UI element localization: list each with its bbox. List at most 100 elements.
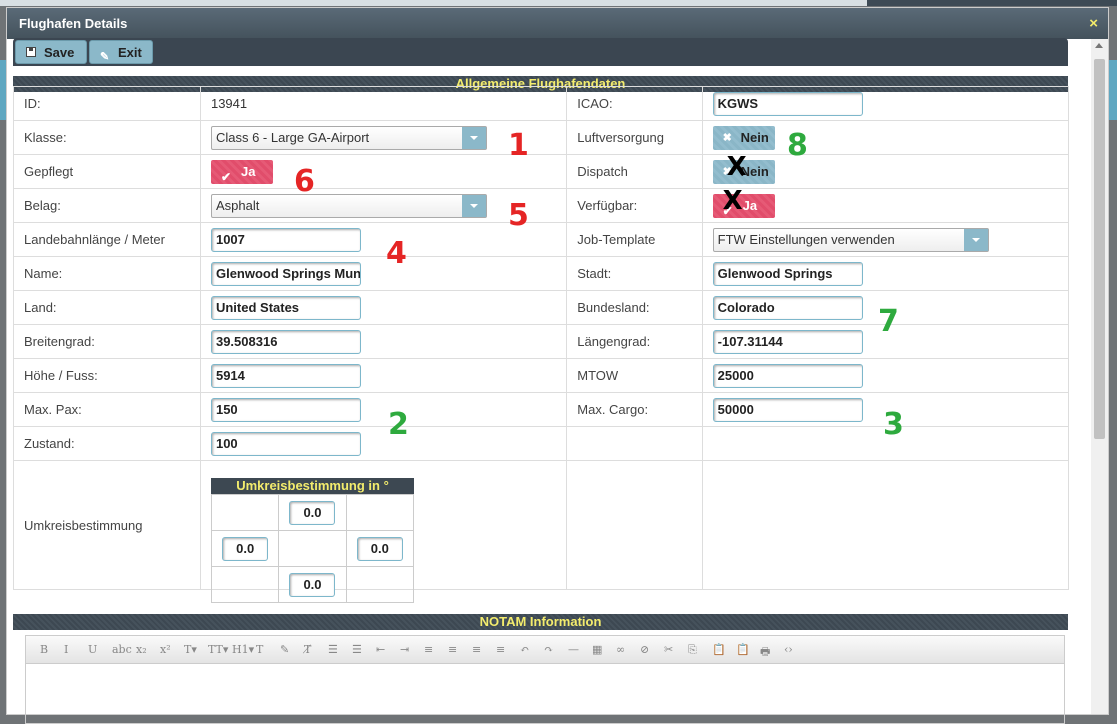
exit-button[interactable]: ✎ Exit xyxy=(89,40,153,64)
editor-tool-0[interactable]: B xyxy=(40,643,48,656)
editor-tool-22[interactable]: — xyxy=(568,643,579,656)
editor-tool-31[interactable]: ‹› xyxy=(784,643,793,656)
editor-tool-10[interactable]: ✎ xyxy=(280,643,289,656)
editor-tool-24[interactable]: ∞ xyxy=(616,643,625,656)
stadt-input[interactable]: Glenwood Springs xyxy=(712,261,863,286)
laengengrad-input[interactable]: -107.31144 xyxy=(712,329,863,354)
editor-tool-6[interactable]: T▾ xyxy=(184,643,197,656)
landebahn-input[interactable]: 1007 xyxy=(210,227,361,252)
editor-tool-13[interactable]: ☰ xyxy=(352,643,362,656)
max-pax-label: Max. Pax: xyxy=(13,392,201,427)
gepflegt-toggle[interactable]: ✔ Ja xyxy=(210,159,273,184)
empty-cell xyxy=(701,460,1070,590)
zustand-input[interactable]: 100 xyxy=(210,431,361,456)
editor-tool-14[interactable]: ⇤ xyxy=(376,643,385,656)
gepflegt-label: Gepflegt xyxy=(13,154,201,189)
land-label: Land: xyxy=(13,290,201,325)
job-template-label: Job-Template xyxy=(566,222,703,257)
editor-tool-1[interactable]: I xyxy=(64,643,68,656)
name-input[interactable]: Glenwood Springs Mun xyxy=(210,261,361,286)
bundesland-input[interactable]: Colorado xyxy=(712,295,863,320)
hoehe-input[interactable]: 5914 xyxy=(210,363,361,388)
annotation-1: 1 xyxy=(508,128,529,163)
editor-tool-12[interactable]: ☰ xyxy=(328,643,338,656)
annotation-cross-verfuegbar: X xyxy=(722,185,743,216)
icao-input[interactable]: KGWS xyxy=(712,91,863,116)
editor-tool-18[interactable]: ≡ xyxy=(472,643,481,656)
editor-tool-20[interactable]: ↶ xyxy=(520,643,529,656)
editor-tool-3[interactable]: abc xyxy=(112,643,132,656)
editor-tool-15[interactable]: ⇥ xyxy=(400,643,409,656)
editor-tool-27[interactable]: ⎘ xyxy=(688,643,697,657)
scroll-up-arrow-icon[interactable] xyxy=(1095,43,1103,48)
save-button[interactable]: Save xyxy=(15,40,87,64)
max-pax-input[interactable]: 150 xyxy=(210,397,361,422)
gepflegt-value: Ja xyxy=(240,163,256,179)
editor-tool-16[interactable]: ≡ xyxy=(424,643,433,656)
annotation-5: 5 xyxy=(508,198,529,233)
exit-label: Exit xyxy=(118,45,142,60)
editor-tool-11[interactable]: T̸ xyxy=(304,643,311,656)
save-label: Save xyxy=(44,45,75,60)
verfuegbar-label: Verfügbar: xyxy=(566,188,703,223)
editor-tool-21[interactable]: ↷ xyxy=(544,643,553,656)
icao-label: ICAO: xyxy=(566,86,703,121)
dispatch-toggle[interactable]: ✖ Nein X xyxy=(712,154,775,184)
umkreis-west-input[interactable]: 0.0 xyxy=(222,536,269,561)
umkreis-east-input[interactable]: 0.0 xyxy=(356,536,403,561)
editor-tool-2[interactable]: U xyxy=(88,643,97,656)
vertical-scrollbar[interactable] xyxy=(1091,39,1108,714)
max-cargo-label: Max. Cargo: xyxy=(566,392,703,427)
belag-label: Belag: xyxy=(13,188,201,223)
editor-tool-5[interactable]: x² xyxy=(160,643,171,656)
luftversorgung-label: Luftversorgung xyxy=(566,120,703,155)
job-template-select[interactable]: FTW Einstellungen verwenden xyxy=(712,227,989,252)
luftversorgung-toggle[interactable]: ✖ Nein xyxy=(712,125,775,150)
annotation-8: 8 xyxy=(787,128,808,163)
breitengrad-label: Breitengrad: xyxy=(13,324,201,359)
verfuegbar-toggle[interactable]: ✔ Ja X xyxy=(712,188,775,218)
editor-tool-26[interactable]: ✂ xyxy=(664,643,673,656)
editor-tool-23[interactable]: ▦ xyxy=(592,643,602,656)
save-icon xyxy=(26,47,36,57)
notam-editor-toolbar: B I Uabc x₂ x² T▾ TT▾ H1▾ T ✎ T̸ ☰ ☰ ⇤ ⇥ ≡ ≡ ≡ ≡ ↶ ↷ — ▦ ∞ ⊘ ✂ ⎘ 📋 📋… xyxy=(25,635,1065,664)
zustand-label: Zustand: xyxy=(13,426,201,461)
close-icon[interactable]: × xyxy=(1089,8,1098,39)
editor-tool-19[interactable]: ≡ xyxy=(496,643,505,656)
land-input[interactable]: United States xyxy=(210,295,361,320)
editor-tool-25[interactable]: ⊘ xyxy=(640,643,649,656)
bundesland-label: Bundesland: xyxy=(566,290,703,325)
editor-tool-4[interactable]: x₂ xyxy=(136,643,147,656)
editor-tool-7[interactable]: TT▾ xyxy=(208,643,228,656)
editor-tool-28[interactable]: 📋 xyxy=(712,643,726,656)
editor-tool-30[interactable]: 🖶 xyxy=(760,643,770,662)
klasse-select[interactable]: Class 6 - Large GA-Airport xyxy=(210,125,487,150)
klasse-label: Klasse: xyxy=(13,120,201,155)
umkreis-widget: Umkreisbestimmung in ° 0.0 0.0 0.0 0.0 xyxy=(210,478,415,603)
empty-cell xyxy=(566,460,703,590)
editor-tool-29[interactable]: 📋 xyxy=(736,643,750,656)
umkreis-empty xyxy=(345,566,415,603)
background-strip xyxy=(0,0,1117,6)
section-notam-header: NOTAM Information xyxy=(13,614,1068,630)
klasse-selected: Class 6 - Large GA-Airport xyxy=(215,129,370,145)
scrollbar-thumb[interactable] xyxy=(1094,59,1105,439)
luftversorgung-value: Nein xyxy=(740,129,769,145)
umkreis-south-input[interactable]: 0.0 xyxy=(289,572,336,597)
annotation-3: 3 xyxy=(883,407,904,442)
editor-tool-17[interactable]: ≡ xyxy=(448,643,457,656)
umkreis-north-input[interactable]: 0.0 xyxy=(289,500,336,525)
mtow-input[interactable]: 25000 xyxy=(712,363,863,388)
notam-editor-body[interactable] xyxy=(25,664,1065,724)
stadt-label: Stadt: xyxy=(566,256,703,291)
editor-tool-8[interactable]: H1▾ xyxy=(232,643,254,656)
check-icon: ✔ xyxy=(220,169,232,184)
umkreis-empty xyxy=(210,494,280,531)
belag-selected: Asphalt xyxy=(215,197,260,213)
editor-tool-9[interactable]: T xyxy=(256,643,263,656)
max-cargo-input[interactable]: 50000 xyxy=(712,397,863,422)
breitengrad-input[interactable]: 39.508316 xyxy=(210,329,361,354)
belag-select[interactable]: Asphalt xyxy=(210,193,487,218)
chevron-down-icon xyxy=(461,194,486,217)
toolbar: Save ✎ Exit xyxy=(13,38,1068,66)
